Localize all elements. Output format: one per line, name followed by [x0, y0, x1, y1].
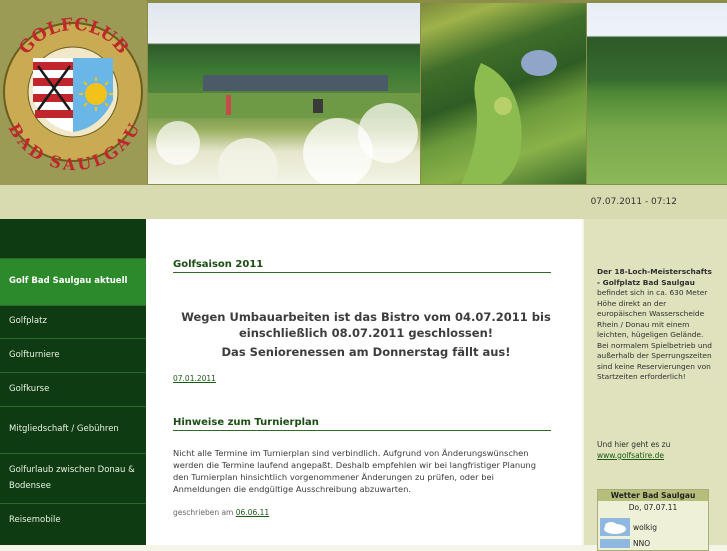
wind-icon: [600, 539, 630, 548]
club-logo[interactable]: GOLFCLUB BAD SAULGAU: [0, 0, 147, 185]
turnierplan-text: Nicht alle Termine im Turnierplan sind v…: [173, 448, 536, 495]
nav-item-reisemobile[interactable]: Reisemobile: [0, 503, 146, 537]
weather-widget[interactable]: Wetter Bad Saulgau Do, 07.07.11 wolkig N…: [597, 489, 709, 551]
golfsatire-link[interactable]: www.golfsatire.de: [597, 451, 715, 462]
weather-title: Wetter Bad Saulgau: [598, 490, 708, 501]
weather-wind-row: NNO: [600, 539, 650, 548]
cloud-icon: [600, 518, 630, 536]
written-on: geschrieben am 06.06.11: [173, 508, 269, 517]
nav-item-golfkurse[interactable]: Golfkurse: [0, 372, 146, 406]
section-title-turnierplan[interactable]: Hinweise zum Turnierplan: [173, 417, 551, 431]
header-banner: GOLFCLUB BAD SAULGAU: [0, 0, 727, 185]
date-bar: 07.07.2011 - 07:12: [0, 185, 727, 219]
notice-seniorenessen: Das Seniorenessen am Donnerstag fällt au…: [221, 345, 511, 359]
nav-item-golfturniere[interactable]: Golfturniere: [0, 338, 146, 372]
right-sidebar: Der 18-Loch-Meisterschafts - Golfplatz B…: [584, 219, 727, 551]
weather-condition: wolkig: [633, 522, 657, 532]
nav-item-golfurlaub[interactable]: Golfurlaub zwischen Donau & Bodensee: [0, 453, 146, 503]
photo-aerial-course: [421, 3, 586, 184]
logo-panel: GOLFCLUB BAD SAULGAU: [0, 0, 147, 185]
golfsatire-block: Und hier geht es zu www.golfsatire.de: [597, 440, 715, 462]
photo-fairway: [587, 3, 727, 184]
sidebar-nav: Golf Bad Saulgau aktuell Golfplatz Golft…: [0, 219, 146, 545]
nav-item-aktuell[interactable]: Golf Bad Saulgau aktuell: [0, 258, 146, 305]
nav-item-golfplatz[interactable]: Golfplatz: [0, 305, 146, 338]
written-date-link[interactable]: 06.06.11: [236, 508, 269, 517]
course-info: Der 18-Loch-Meisterschafts - Golfplatz B…: [597, 267, 715, 383]
weather-condition-row: wolkig: [600, 518, 657, 536]
section1-date-link[interactable]: 07.01.2011: [173, 374, 216, 383]
course-info-text: befindet sich in ca. 630 Meter Höhe dire…: [597, 288, 712, 382]
written-prefix: geschrieben am: [173, 508, 234, 517]
photo-golf-players: [148, 3, 420, 185]
golfsatire-label: Und hier geht es zu: [597, 440, 671, 449]
current-datetime: 07.07.2011 - 07:12: [590, 197, 677, 207]
nav-item-mitgliedschaft[interactable]: Mitgliedschaft / Gebühren: [0, 406, 146, 453]
notice-bistro: Wegen Umbauarbeiten ist das Bistro vom 0…: [181, 310, 551, 340]
course-info-bold: Der 18-Loch-Meisterschafts - Golfplatz B…: [597, 267, 712, 287]
weather-date: Do, 07.07.11: [628, 503, 678, 512]
main-content: Golfsaison 2011 Wegen Umbauarbeiten ist …: [146, 219, 582, 545]
section-title-golfsaison[interactable]: Golfsaison 2011: [173, 259, 551, 273]
weather-wind: NNO: [633, 539, 651, 548]
